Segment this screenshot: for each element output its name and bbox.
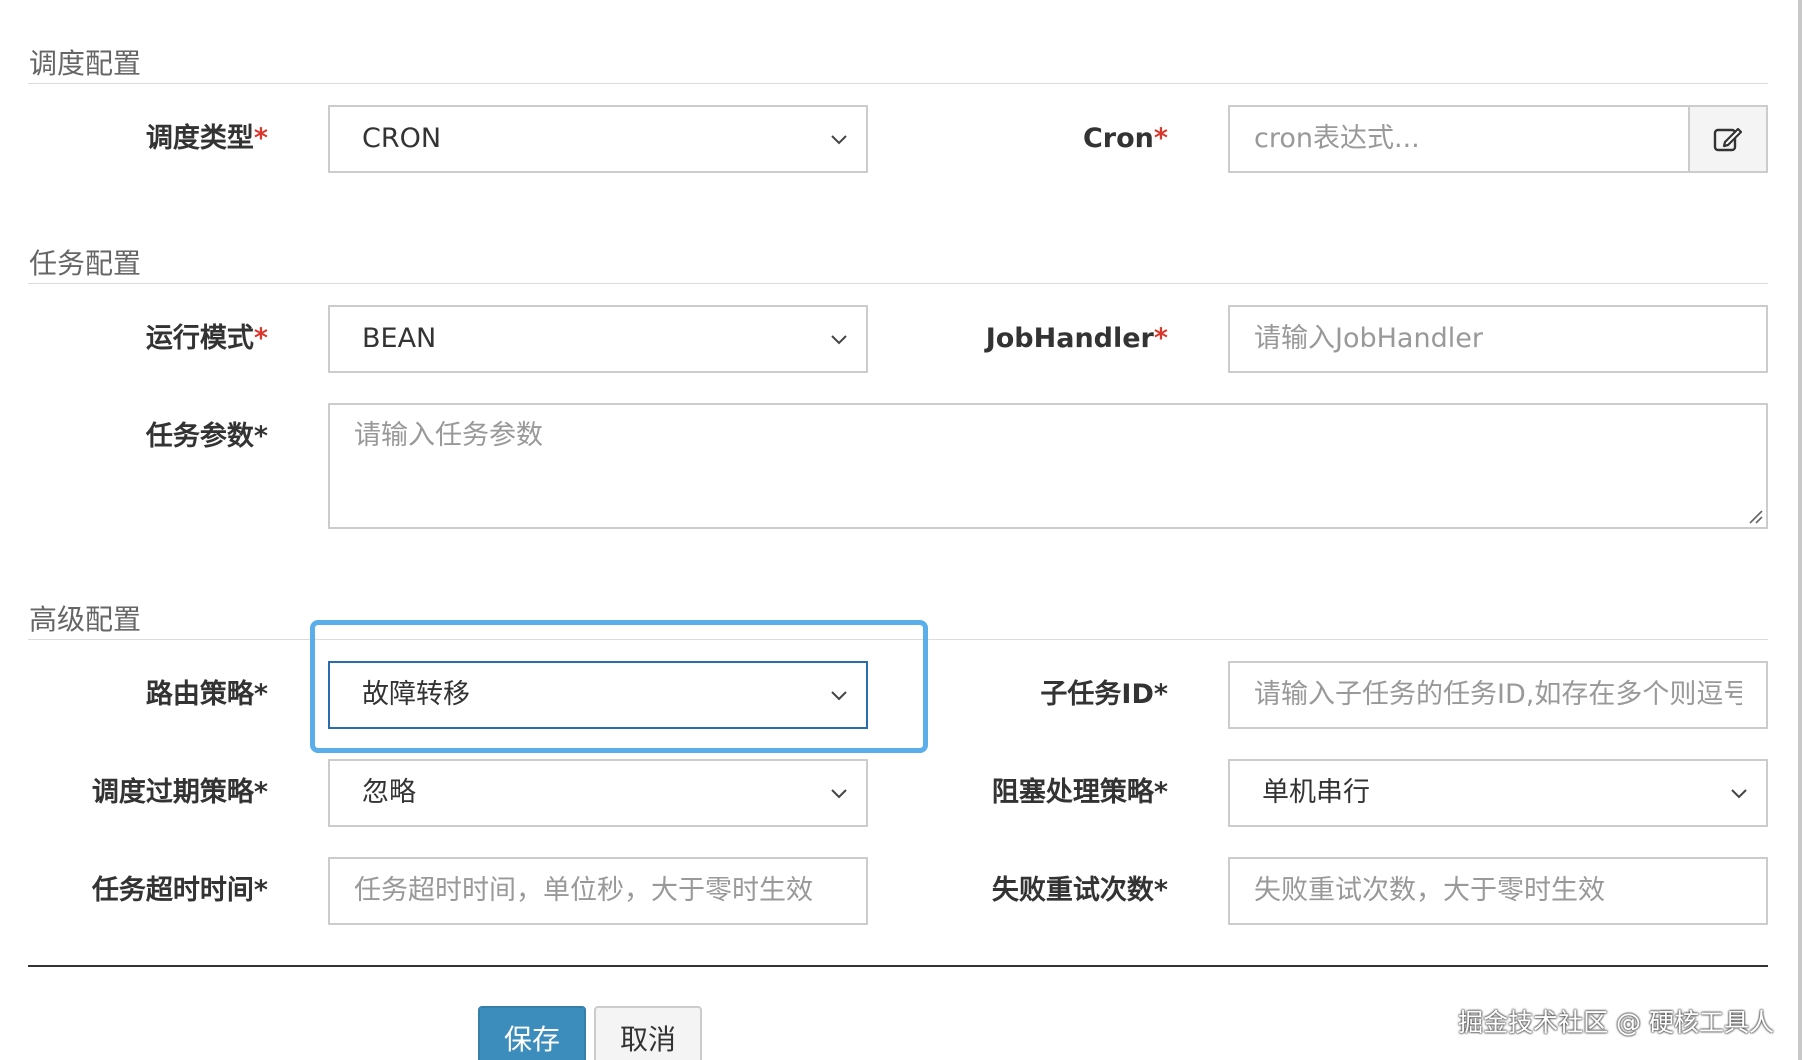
- timeout-label: 任务超时时间*: [91, 875, 268, 906]
- task-params-placeholder: 请输入任务参数: [354, 420, 543, 451]
- section-divider: [28, 283, 1768, 284]
- child-job-id-input[interactable]: 请输入子任务的任务ID,如存在多个则逗号分隔: [1228, 661, 1768, 729]
- block-strategy-select[interactable]: 单机串行: [1228, 759, 1768, 827]
- chevron-down-icon: [831, 135, 847, 145]
- run-mode-select[interactable]: BEAN: [328, 305, 868, 373]
- job-handler-label: JobHandler*: [985, 323, 1168, 354]
- misfire-strategy-label: 调度过期策略*: [91, 777, 268, 808]
- run-mode-value: BEAN: [362, 323, 437, 354]
- timeout-placeholder: 任务超时时间，单位秒，大于零时生效: [354, 875, 813, 906]
- block-strategy-label: 阻塞处理策略*: [991, 777, 1168, 808]
- fail-retry-input[interactable]: 失败重试次数，大于零时生效: [1228, 857, 1768, 925]
- save-button[interactable]: 保存: [478, 1006, 586, 1060]
- cron-input[interactable]: cron表达式...: [1228, 105, 1690, 173]
- chevron-down-icon: [831, 789, 847, 799]
- cron-placeholder: cron表达式...: [1254, 123, 1420, 154]
- section-divider: [28, 83, 1768, 84]
- route-strategy-label: 路由策略*: [145, 679, 268, 710]
- fail-retry-label: 失败重试次数*: [991, 875, 1168, 906]
- child-job-id-label: 子任务ID*: [1040, 679, 1168, 710]
- run-mode-label: 运行模式*: [145, 323, 268, 354]
- misfire-strategy-value: 忽略: [362, 777, 416, 808]
- block-strategy-value: 单机串行: [1262, 777, 1370, 808]
- misfire-strategy-select[interactable]: 忽略: [328, 759, 868, 827]
- watermark: 掘金技术社区 @ 硬核工具人: [1458, 1008, 1774, 1037]
- cancel-button[interactable]: 取消: [594, 1006, 702, 1060]
- section-title-task: 任务配置: [29, 247, 142, 280]
- schedule-type-value: CRON: [362, 123, 442, 154]
- task-params-label: 任务参数*: [145, 421, 268, 452]
- schedule-type-label: 调度类型*: [145, 123, 268, 154]
- route-strategy-value: 故障转移: [362, 679, 470, 710]
- cron-edit-button[interactable]: [1688, 105, 1768, 173]
- job-handler-input[interactable]: 请输入JobHandler: [1228, 305, 1768, 373]
- footer-divider: [28, 965, 1768, 967]
- section-title-advanced: 高级配置: [29, 603, 142, 636]
- timeout-input[interactable]: 任务超时时间，单位秒，大于零时生效: [328, 857, 868, 925]
- schedule-type-select[interactable]: CRON: [328, 105, 868, 173]
- section-title-schedule: 调度配置: [29, 47, 142, 80]
- window-edge: [1798, 0, 1802, 1060]
- chevron-down-icon: [831, 691, 847, 701]
- job-handler-placeholder: 请输入JobHandler: [1254, 323, 1483, 354]
- chevron-down-icon: [1731, 789, 1747, 799]
- resize-grip-icon[interactable]: [1746, 507, 1764, 525]
- cron-label: Cron*: [1082, 123, 1168, 154]
- task-params-textarea[interactable]: 请输入任务参数: [328, 403, 1768, 529]
- job-edit-form: 调度配置 调度类型* CRON Cron* cron表达式... 任务配置 运行…: [0, 0, 1802, 1060]
- chevron-down-icon: [831, 335, 847, 345]
- route-strategy-select[interactable]: 故障转移: [328, 661, 868, 729]
- fail-retry-placeholder: 失败重试次数，大于零时生效: [1254, 875, 1605, 906]
- edit-icon: [1713, 127, 1743, 152]
- child-job-id-placeholder: 请输入子任务的任务ID,如存在多个则逗号分隔: [1254, 679, 1742, 710]
